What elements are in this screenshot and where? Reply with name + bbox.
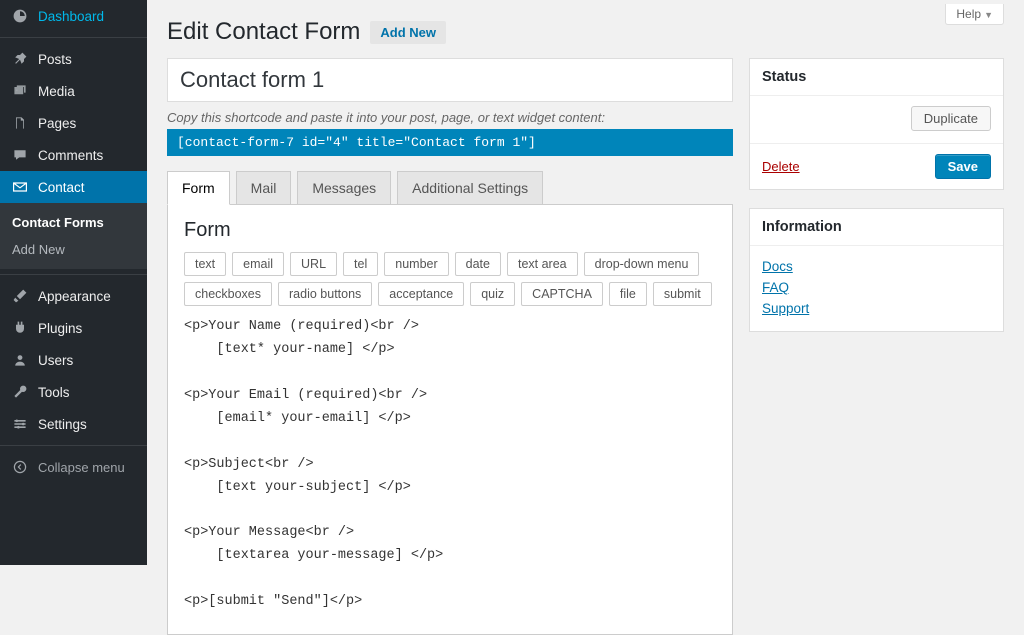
- tab-form[interactable]: Form: [167, 171, 230, 205]
- user-icon: [10, 352, 30, 368]
- tag-textarea[interactable]: text area: [507, 252, 578, 276]
- sidebar-label-contact: Contact: [38, 180, 85, 195]
- tab-additional-settings[interactable]: Additional Settings: [397, 171, 543, 205]
- form-code-editor[interactable]: <p>Your Name (required)<br /> [text* you…: [184, 316, 716, 614]
- duplicate-button[interactable]: Duplicate: [911, 106, 991, 131]
- main-column: Copy this shortcode and paste it into yo…: [167, 58, 733, 635]
- panel-heading: Form: [184, 219, 716, 242]
- tag-captcha[interactable]: CAPTCHA: [521, 282, 603, 306]
- status-title: Status: [750, 59, 1003, 96]
- add-new-button[interactable]: Add New: [370, 21, 446, 44]
- sidebar-item-tools[interactable]: Tools: [0, 376, 147, 408]
- sidebar-label-users: Users: [38, 353, 73, 368]
- shortcode-value[interactable]: [contact-form-7 id="4" title="Contact fo…: [167, 129, 733, 156]
- page-title-text: Edit Contact Form: [167, 18, 360, 46]
- tag-text[interactable]: text: [184, 252, 226, 276]
- sidebar-label-appearance: Appearance: [38, 289, 111, 304]
- admin-sidebar: Dashboard Posts Media Pages Comments Con…: [0, 0, 147, 565]
- save-button[interactable]: Save: [935, 154, 991, 179]
- form-title-box: [167, 58, 733, 102]
- tag-submit[interactable]: submit: [653, 282, 712, 306]
- sidebar-item-media[interactable]: Media: [0, 75, 147, 107]
- tab-messages[interactable]: Messages: [297, 171, 391, 205]
- sidebar-item-plugins[interactable]: Plugins: [0, 312, 147, 344]
- sidebar-item-contact[interactable]: Contact: [0, 171, 147, 203]
- menu-separator: [0, 37, 147, 38]
- tag-email[interactable]: email: [232, 252, 284, 276]
- chevron-down-icon: ▼: [984, 10, 993, 20]
- shortcode-hint: Copy this shortcode and paste it into yo…: [167, 110, 733, 125]
- pages-icon: [10, 115, 30, 131]
- comment-icon: [10, 147, 30, 163]
- sidebar-submenu-contact: Contact Forms Add New: [0, 203, 147, 269]
- wrench-icon: [10, 384, 30, 400]
- tag-quiz[interactable]: quiz: [470, 282, 515, 306]
- tab-bar: Form Mail Messages Additional Settings: [167, 171, 733, 205]
- help-label: Help: [956, 7, 981, 21]
- tag-button-row: text email URL tel number date text area…: [184, 252, 716, 306]
- tag-date[interactable]: date: [455, 252, 501, 276]
- dashboard-icon: [10, 8, 30, 24]
- tag-file[interactable]: file: [609, 282, 647, 306]
- tag-dropdown[interactable]: drop-down menu: [584, 252, 700, 276]
- sidebar-item-dashboard[interactable]: Dashboard: [0, 0, 147, 32]
- delete-link[interactable]: Delete: [762, 159, 800, 174]
- pin-icon: [10, 51, 30, 67]
- info-link-docs[interactable]: Docs: [762, 256, 991, 277]
- sidebar-label-posts: Posts: [38, 52, 72, 67]
- info-link-faq[interactable]: FAQ: [762, 277, 991, 298]
- help-button[interactable]: Help▼: [945, 4, 1004, 25]
- menu-separator: [0, 274, 147, 275]
- menu-separator: [0, 445, 147, 446]
- submenu-item-contact-forms[interactable]: Contact Forms: [0, 209, 147, 236]
- sidebar-item-posts[interactable]: Posts: [0, 43, 147, 75]
- form-panel: Form text email URL tel number date text…: [167, 204, 733, 635]
- page-heading: Edit Contact Form Add New: [167, 0, 1004, 58]
- submenu-item-add-new[interactable]: Add New: [0, 236, 147, 263]
- sidebar-item-comments[interactable]: Comments: [0, 139, 147, 171]
- collapse-menu-button[interactable]: Collapse menu: [0, 451, 147, 483]
- information-title: Information: [750, 209, 1003, 246]
- tab-mail[interactable]: Mail: [236, 171, 292, 205]
- tag-url[interactable]: URL: [290, 252, 337, 276]
- tag-acceptance[interactable]: acceptance: [378, 282, 464, 306]
- tag-checkboxes[interactable]: checkboxes: [184, 282, 272, 306]
- collapse-icon: [10, 459, 30, 475]
- sliders-icon: [10, 416, 30, 432]
- sidebar-label-pages: Pages: [38, 116, 76, 131]
- sidebar-item-appearance[interactable]: Appearance: [0, 280, 147, 312]
- info-link-support[interactable]: Support: [762, 298, 991, 319]
- tag-radio[interactable]: radio buttons: [278, 282, 372, 306]
- sidebar-label-tools: Tools: [38, 385, 70, 400]
- sidebar-label-dashboard: Dashboard: [38, 9, 104, 24]
- plug-icon: [10, 320, 30, 336]
- collapse-label: Collapse menu: [38, 460, 125, 475]
- sidebar-item-settings[interactable]: Settings: [0, 408, 147, 440]
- mail-icon: [10, 179, 30, 195]
- sidebar-label-plugins: Plugins: [38, 321, 82, 336]
- sidebar-label-settings: Settings: [38, 417, 87, 432]
- form-title-input[interactable]: [180, 67, 720, 93]
- sidebar-item-pages[interactable]: Pages: [0, 107, 147, 139]
- tag-number[interactable]: number: [384, 252, 448, 276]
- information-box: Information Docs FAQ Support: [749, 208, 1004, 332]
- side-column: Status Duplicate Delete Save Information…: [749, 58, 1004, 635]
- media-icon: [10, 83, 30, 99]
- brush-icon: [10, 288, 30, 304]
- sidebar-label-comments: Comments: [38, 148, 103, 163]
- main-content: Help▼ Edit Contact Form Add New Copy thi…: [147, 0, 1024, 635]
- tag-tel[interactable]: tel: [343, 252, 378, 276]
- status-box: Status Duplicate Delete Save: [749, 58, 1004, 190]
- sidebar-label-media: Media: [38, 84, 75, 99]
- sidebar-item-users[interactable]: Users: [0, 344, 147, 376]
